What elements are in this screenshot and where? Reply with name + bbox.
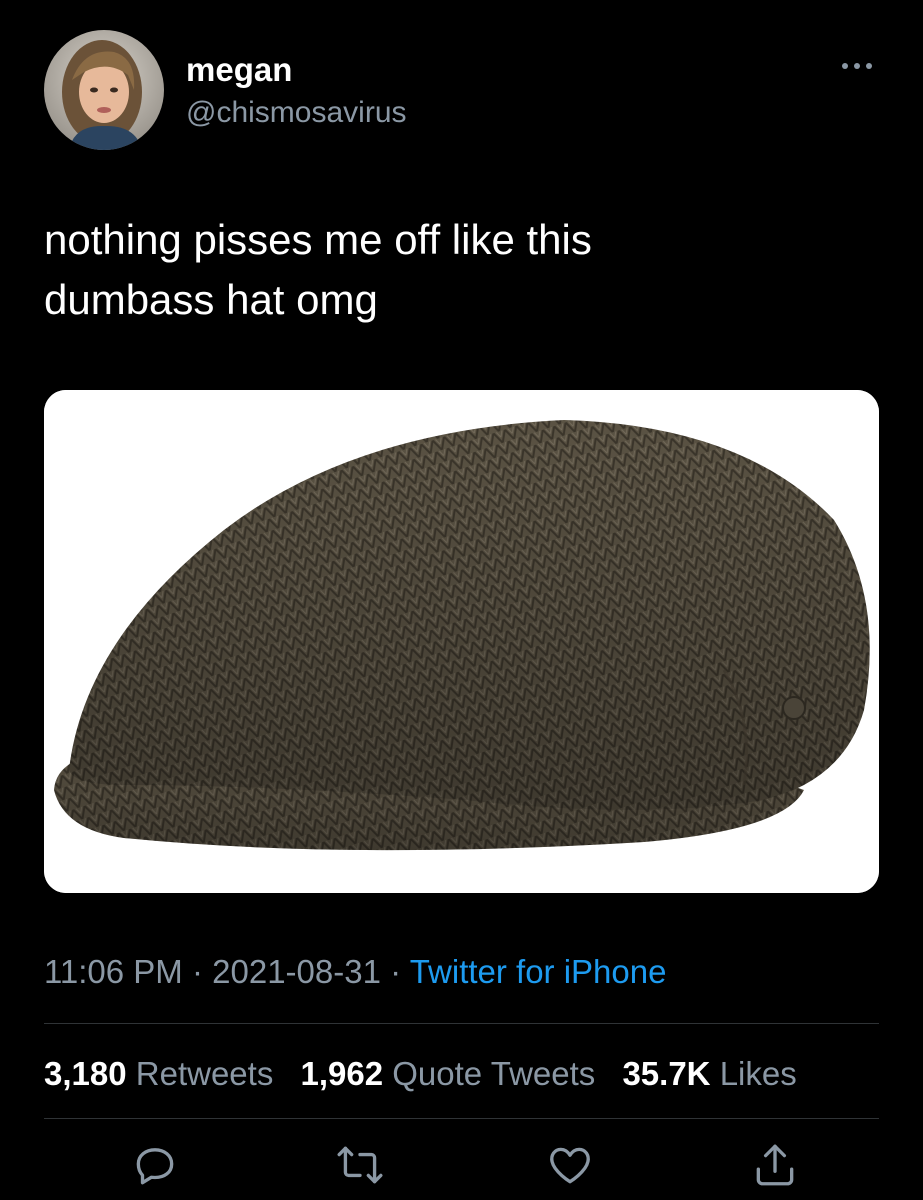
tweet-source-link[interactable]: Twitter for iPhone	[410, 953, 667, 990]
display-name[interactable]: megan	[186, 50, 292, 90]
likes-stat[interactable]: 35.7K Likes	[622, 1055, 796, 1092]
retweets-stat[interactable]: 3,180 Retweets	[44, 1055, 273, 1092]
tweet-meta: 11:06 PM · 2021-08-31 · Twitter for iPho…	[44, 950, 666, 994]
tweet-time: 11:06 PM	[44, 953, 183, 990]
divider	[44, 1118, 879, 1119]
share-icon[interactable]	[750, 1140, 800, 1190]
reply-icon[interactable]	[130, 1140, 180, 1190]
user-avatar[interactable]	[44, 30, 164, 150]
tweet-date: 2021-08-31	[212, 953, 381, 990]
retweet-icon[interactable]	[335, 1140, 385, 1190]
user-handle: @chismosavirus	[186, 96, 407, 129]
tweet-stats: 3,180 Retweets 1,962 Quote Tweets 35.7K …	[44, 1052, 815, 1096]
tweet-media-image[interactable]	[44, 390, 879, 893]
meta-separator: ·	[182, 953, 213, 990]
meta-separator: ·	[380, 953, 410, 990]
quote-tweets-stat[interactable]: 1,962 Quote Tweets	[301, 1055, 596, 1092]
more-options-icon[interactable]	[837, 56, 877, 76]
tweet-text: nothing pisses me off like this dumbass …	[44, 216, 592, 323]
flat-cap-photo-icon	[44, 390, 879, 893]
divider	[44, 1023, 879, 1024]
avatar-photo-icon	[44, 30, 164, 150]
like-icon[interactable]	[545, 1140, 595, 1190]
